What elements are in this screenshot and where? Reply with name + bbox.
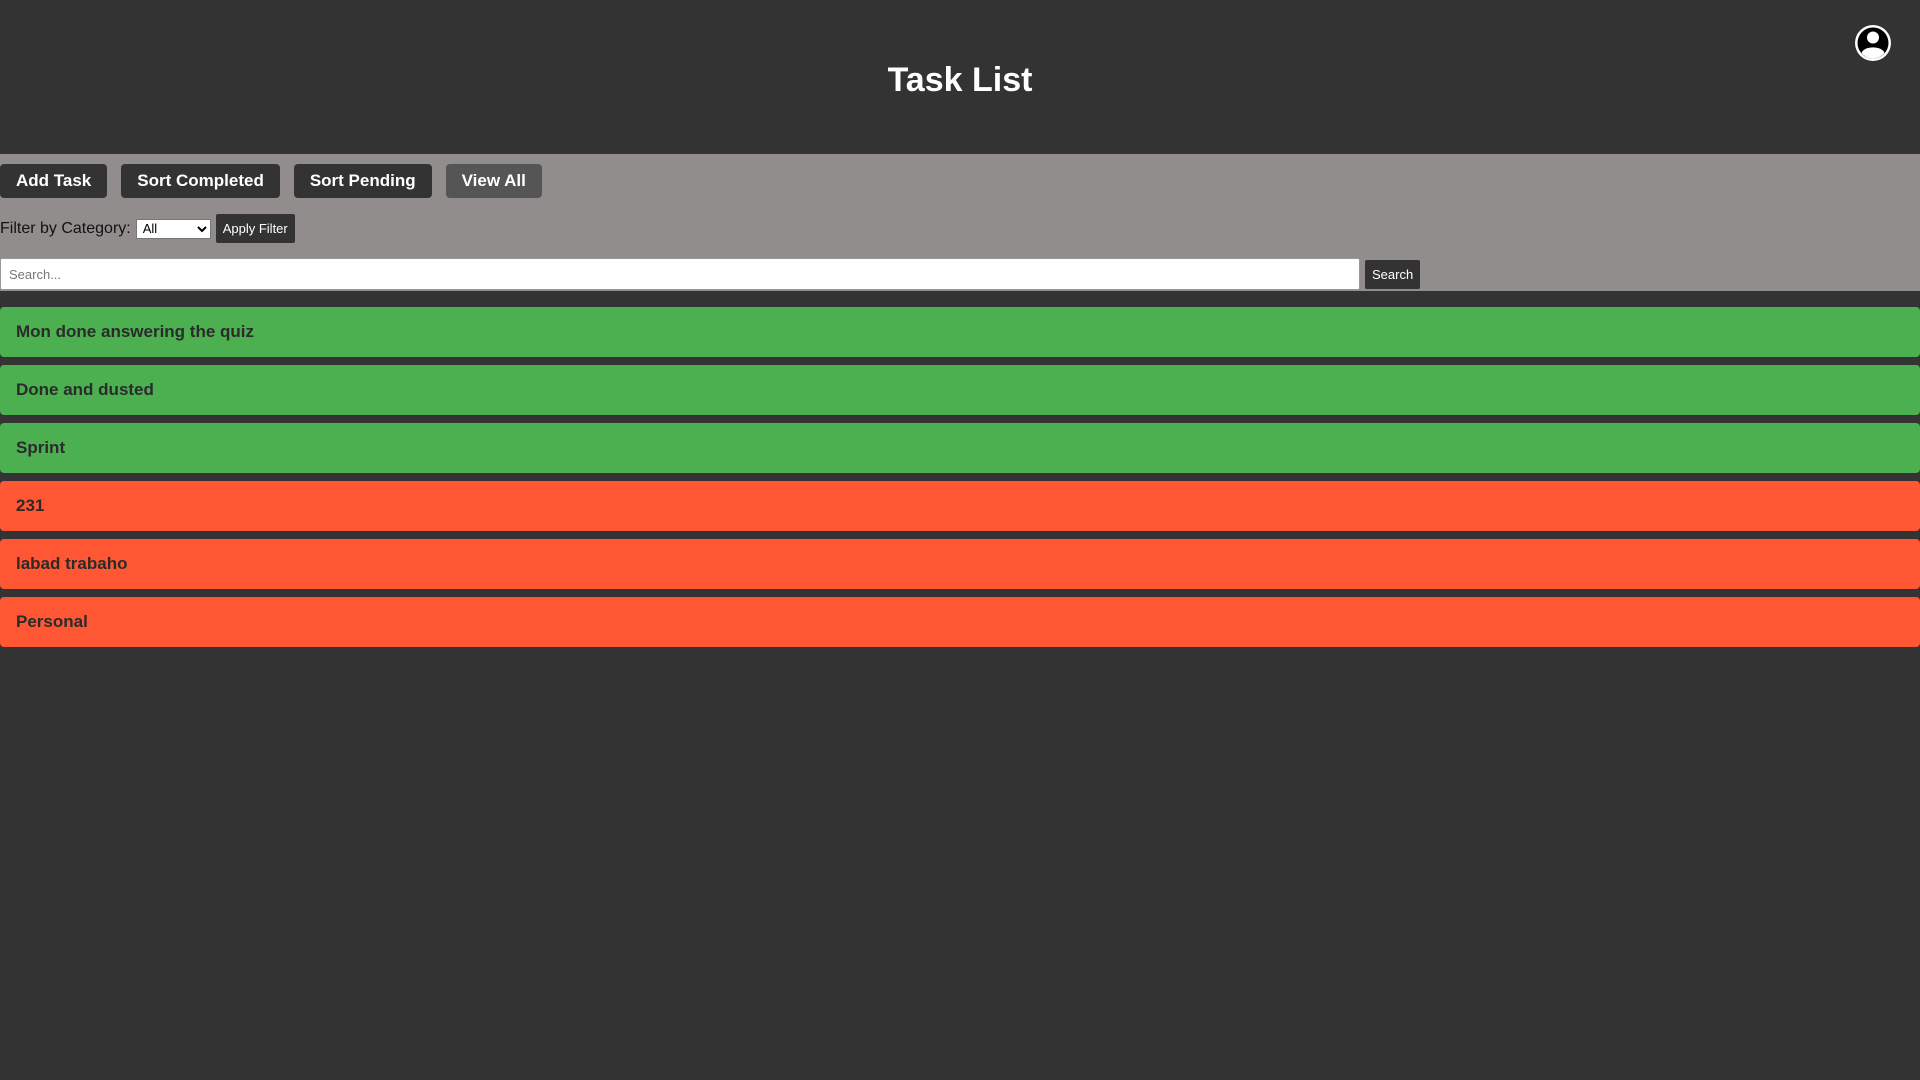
search-button[interactable]: Search <box>1365 259 1421 289</box>
user-profile-button[interactable] <box>1853 23 1893 63</box>
filter-label: Filter by Category: <box>0 219 131 237</box>
task-item[interactable]: Sprint <box>0 423 1920 473</box>
task-list: Mon done answering the quiz Done and dus… <box>0 307 1920 647</box>
task-item[interactable]: 231 <box>0 481 1920 531</box>
category-filter: Filter by Category: All Apply Filter <box>0 214 295 243</box>
sort-pending-button[interactable]: Sort Pending <box>293 164 432 198</box>
task-title: labad trabaho <box>16 554 128 573</box>
add-task-button[interactable]: Add Task <box>0 164 108 198</box>
user-circle-icon <box>1855 25 1891 61</box>
task-item[interactable]: Done and dusted <box>0 365 1920 415</box>
view-all-button[interactable]: View All <box>445 164 542 198</box>
search-input[interactable] <box>0 258 1360 290</box>
apply-filter-button[interactable]: Apply Filter <box>215 214 295 243</box>
toolbar: Add Task Sort Completed Sort Pending Vie… <box>0 154 1920 291</box>
task-title: Personal <box>16 612 88 631</box>
task-item[interactable]: Personal <box>0 597 1920 647</box>
task-title: Mon done answering the quiz <box>16 322 254 341</box>
page-title: Task List <box>887 61 1033 99</box>
search-bar: Search <box>0 258 1421 290</box>
page-header: Task List <box>0 0 1920 154</box>
task-item[interactable]: Mon done answering the quiz <box>0 307 1920 357</box>
task-title: Done and dusted <box>16 380 154 399</box>
category-select[interactable]: All <box>135 218 211 239</box>
task-title: 231 <box>16 496 45 515</box>
task-item[interactable]: labad trabaho <box>0 539 1920 589</box>
task-title: Sprint <box>16 438 66 457</box>
sort-completed-button[interactable]: Sort Completed <box>121 164 280 198</box>
action-buttons: Add Task Sort Completed Sort Pending Vie… <box>0 164 542 198</box>
